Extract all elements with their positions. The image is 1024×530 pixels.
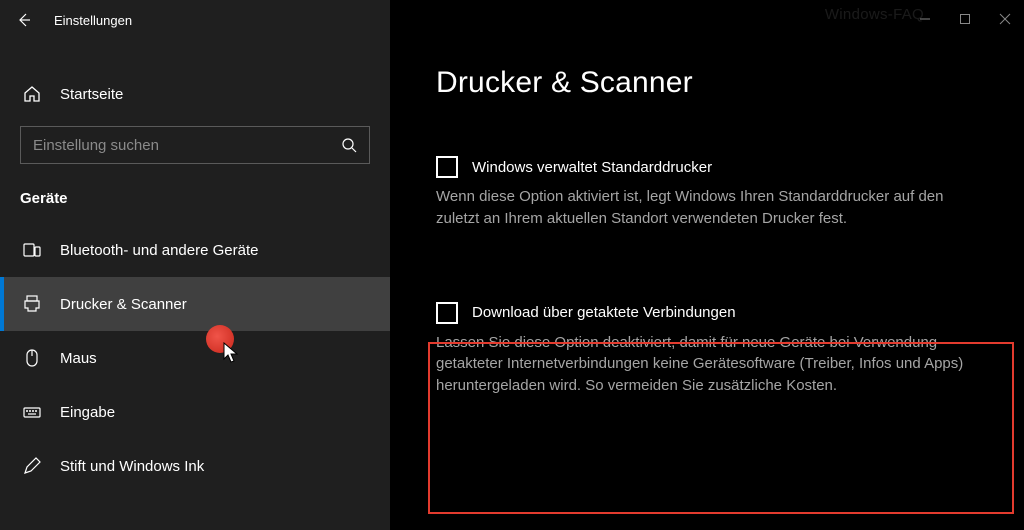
close-button[interactable] — [998, 12, 1012, 26]
option-default-printer: Windows verwaltet Standarddrucker Wenn d… — [436, 156, 981, 230]
window-controls — [918, 12, 1012, 26]
sidebar: Einstellungen Startseite Geräte Bluetoot… — [0, 0, 390, 530]
checkbox-row[interactable]: Download über getaktete Verbindungen — [436, 302, 981, 324]
checkbox-row[interactable]: Windows verwaltet Standarddrucker — [436, 156, 981, 178]
checkbox-label: Download über getaktete Verbindungen — [472, 304, 736, 321]
titlebar: Einstellungen — [0, 0, 390, 40]
sidebar-item-typing[interactable]: Eingabe — [0, 385, 390, 439]
checkbox-icon[interactable] — [436, 302, 458, 324]
maximize-button[interactable] — [958, 12, 972, 26]
search-icon — [339, 135, 359, 155]
home-label: Startseite — [60, 86, 123, 103]
checkbox-label: Windows verwaltet Standarddrucker — [472, 159, 712, 176]
home-icon — [22, 84, 42, 104]
sidebar-item-mouse[interactable]: Maus — [0, 331, 390, 385]
keyboard-icon — [22, 402, 42, 422]
app: Einstellungen Startseite Geräte Bluetoot… — [0, 0, 1024, 530]
option-metered-download: Download über getaktete Verbindungen Las… — [436, 302, 981, 397]
sidebar-item-printers[interactable]: Drucker & Scanner — [0, 277, 390, 331]
sidebar-item-label: Bluetooth- und andere Geräte — [60, 242, 258, 259]
sidebar-item-label: Maus — [60, 350, 97, 367]
search-box[interactable] — [20, 126, 370, 164]
printer-icon — [22, 294, 42, 314]
watermark: Windows-FAQ — [825, 6, 924, 23]
option-description: Lassen Sie diese Option deaktiviert, dam… — [436, 332, 981, 397]
window-title: Einstellungen — [54, 13, 132, 28]
search-input[interactable] — [33, 137, 339, 154]
sidebar-item-label: Drucker & Scanner — [60, 296, 187, 313]
minimize-button[interactable] — [918, 12, 932, 26]
sidebar-item-home[interactable]: Startseite — [0, 72, 390, 116]
checkbox-icon[interactable] — [436, 156, 458, 178]
sidebar-item-pen[interactable]: Stift und Windows Ink — [0, 439, 390, 493]
main-content: Drucker & Scanner Windows verwaltet Stan… — [390, 0, 1024, 530]
mouse-icon — [22, 348, 42, 368]
pen-icon — [22, 456, 42, 476]
option-description: Wenn diese Option aktiviert ist, legt Wi… — [436, 186, 981, 230]
page-title: Drucker & Scanner — [436, 66, 1024, 100]
sidebar-item-label: Stift und Windows Ink — [60, 458, 204, 475]
sidebar-section-header: Geräte — [0, 176, 390, 223]
sidebar-item-bluetooth[interactable]: Bluetooth- und andere Geräte — [0, 223, 390, 277]
back-arrow-icon[interactable] — [16, 12, 32, 28]
sidebar-item-label: Eingabe — [60, 404, 115, 421]
devices-icon — [22, 240, 42, 260]
